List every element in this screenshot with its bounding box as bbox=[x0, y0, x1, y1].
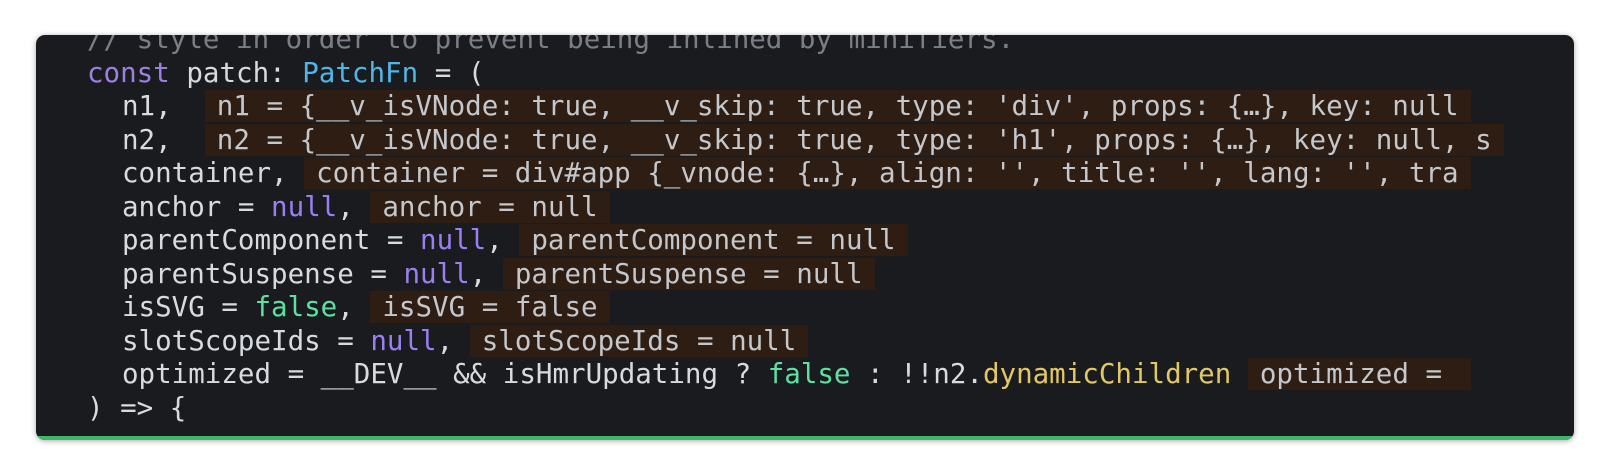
open-paren: = ( bbox=[418, 56, 485, 89]
code-lines: // style in order to prevent being inlin… bbox=[36, 35, 1574, 425]
code-line-n1: n1, n1 = {__v_isVNode: true, __v_skip: t… bbox=[36, 90, 1574, 124]
inlay-hint-n2: n2 = {__v_isVNode: true, __v_skip: true,… bbox=[204, 123, 1504, 156]
inlay-hint-is-svg: isSVG = false bbox=[370, 291, 610, 323]
code-line-arrow: ) => { bbox=[36, 392, 1574, 426]
inlay-hint-parent-suspense: parentSuspense = null bbox=[502, 257, 875, 290]
code-line-optimized: optimized = __DEV__ && isHmrUpdating ? f… bbox=[36, 358, 1574, 392]
param-anchor: anchor = bbox=[122, 190, 272, 223]
comma: , bbox=[486, 224, 520, 256]
identifier-patch: patch: bbox=[169, 56, 303, 89]
inlay-hint-slot-scope-ids: slotScopeIds = null bbox=[469, 324, 809, 357]
arrow-function-open: ) => { bbox=[87, 391, 187, 424]
param-optimized: optimized = __DEV__ && isHmrUpdating ? bbox=[122, 358, 768, 390]
status-bar bbox=[36, 436, 1574, 440]
null-literal: null bbox=[370, 324, 437, 357]
comma: , bbox=[469, 257, 503, 290]
null-literal: null bbox=[403, 257, 470, 290]
null-literal: null bbox=[420, 224, 487, 256]
inlay-hint-n1: n1 = {__v_isVNode: true, __v_skip: true,… bbox=[204, 90, 1471, 122]
param-parent-component: parentComponent = bbox=[122, 224, 421, 256]
null-literal: null bbox=[271, 190, 338, 223]
code-line-parent-component: parentComponent = null, parentComponent … bbox=[36, 224, 1574, 258]
param-parent-suspense: parentSuspense = bbox=[122, 257, 404, 290]
code-line-slot-scope-ids: slotScopeIds = null, slotScopeIds = null bbox=[36, 324, 1574, 359]
code-line-comment: // style in order to prevent being inlin… bbox=[36, 35, 1574, 57]
comma: , bbox=[436, 324, 470, 357]
code-line-anchor: anchor = null, anchor = null bbox=[36, 190, 1574, 225]
param-n1: n1, bbox=[122, 90, 189, 122]
param-slot-scope-ids: slotScopeIds = bbox=[122, 324, 371, 357]
code-editor[interactable]: // style in order to prevent being inlin… bbox=[36, 35, 1574, 440]
code-line-container: container, container = div#app {_vnode: … bbox=[36, 157, 1574, 191]
comma: , bbox=[337, 190, 371, 223]
param-is-svg: isSVG = bbox=[122, 291, 255, 323]
ternary-rest: : !!n2. bbox=[850, 358, 983, 390]
comment-text: // style in order to prevent being inlin… bbox=[87, 35, 1015, 55]
comma: , bbox=[337, 291, 371, 323]
false-literal: false bbox=[767, 358, 851, 390]
inlay-hint-container: container = div#app {_vnode: {…}, align:… bbox=[304, 157, 1471, 189]
param-n2: n2, bbox=[122, 123, 189, 156]
inlay-hint-optimized: optimized = bbox=[1247, 358, 1471, 390]
property-dynamic-children: dynamicChildren bbox=[982, 358, 1232, 390]
keyword-const: const bbox=[87, 56, 170, 89]
code-line-parent-suspense: parentSuspense = null, parentSuspense = … bbox=[36, 257, 1574, 292]
false-literal: false bbox=[254, 291, 338, 323]
inlay-hint-parent-component: parentComponent = null bbox=[519, 224, 908, 256]
code-line-const-patch: const patch: PatchFn = ( bbox=[36, 57, 1574, 91]
param-container: container, bbox=[122, 157, 305, 189]
type-patchfn: PatchFn bbox=[302, 56, 419, 89]
code-line-n2: n2, n2 = {__v_isVNode: true, __v_skip: t… bbox=[36, 123, 1574, 158]
code-line-is-svg: isSVG = false, isSVG = false bbox=[36, 291, 1574, 325]
inlay-hint-anchor: anchor = null bbox=[370, 190, 610, 223]
